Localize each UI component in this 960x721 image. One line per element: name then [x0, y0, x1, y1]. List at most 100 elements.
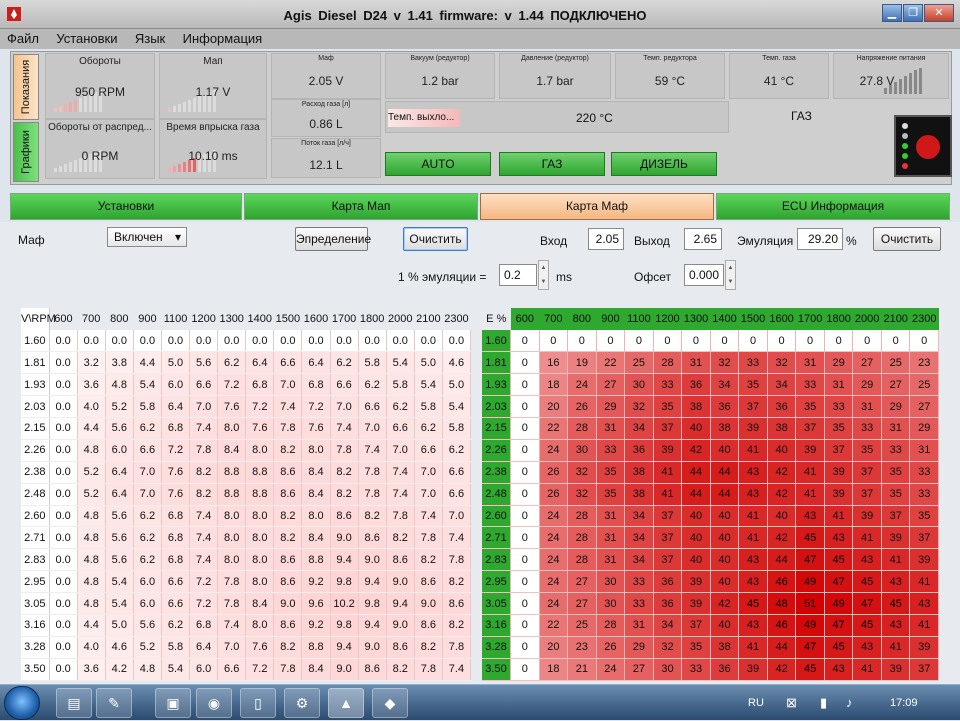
table-cell[interactable]: 7.8	[217, 592, 247, 615]
table-cell[interactable]: 5.6	[133, 614, 162, 637]
table-cell[interactable]: 0	[510, 351, 540, 375]
table-cell[interactable]: 0.0	[49, 395, 78, 418]
table-cell[interactable]: 33	[624, 592, 654, 615]
tab-settings[interactable]: Установки	[10, 193, 242, 220]
table-cell[interactable]: 7.8	[442, 636, 472, 659]
table-cell[interactable]: 39	[681, 570, 711, 594]
table-cell[interactable]: 35	[738, 373, 768, 397]
table-cell[interactable]: 6.0	[133, 592, 162, 615]
table-cell[interactable]: 34	[624, 526, 654, 550]
clear-emulation-button[interactable]: Очистить	[873, 227, 941, 251]
table-cell[interactable]: 4.8	[77, 439, 106, 462]
table-cell[interactable]: 0.0	[301, 329, 331, 353]
table-cell[interactable]: 6.6	[442, 461, 472, 484]
table-cell[interactable]: 7.2	[161, 439, 191, 462]
table-cell[interactable]: 0	[510, 329, 540, 353]
emu-per-spinner[interactable]: ▲ ▼	[538, 260, 549, 290]
output-value-field[interactable]: 2.65	[684, 228, 722, 250]
table-cell[interactable]: 42	[681, 439, 711, 462]
table-cell[interactable]: 9.0	[414, 592, 443, 615]
table-cell[interactable]: 31	[824, 373, 854, 397]
table-cell[interactable]: 9.0	[273, 592, 303, 615]
table-cell[interactable]: 44	[681, 461, 711, 484]
table-cell[interactable]: 8.4	[301, 658, 331, 681]
table-cell[interactable]: 0.0	[245, 329, 275, 353]
table-cell[interactable]: 7.0	[133, 483, 162, 506]
table-cell[interactable]: 23	[909, 351, 939, 375]
table-cell[interactable]: 8.2	[189, 461, 219, 484]
table-cell[interactable]: 37	[653, 417, 683, 440]
table-cell[interactable]: 6.4	[189, 636, 219, 659]
table-cell[interactable]: 7.0	[273, 373, 303, 397]
table-cell[interactable]: 8.6	[386, 636, 415, 659]
table-cell[interactable]: 44	[767, 548, 797, 572]
close-button[interactable]: ✕	[924, 4, 954, 22]
table-cell[interactable]: 7.0	[442, 505, 472, 528]
table-cell[interactable]: 35	[653, 395, 683, 418]
table-cell[interactable]: 0.0	[49, 505, 78, 528]
table-cell[interactable]: 36	[767, 395, 797, 418]
taskbar-file-icon[interactable]: ▯	[240, 688, 276, 718]
table-cell[interactable]: 29	[624, 636, 654, 659]
table-cell[interactable]: 7.8	[358, 483, 387, 506]
table-cell[interactable]: 41	[824, 505, 854, 528]
table-cell[interactable]: 7.4	[189, 548, 219, 572]
table-cell[interactable]: 47	[795, 636, 825, 659]
table-cell[interactable]: 7.4	[442, 658, 472, 681]
table-cell[interactable]: 37	[909, 658, 939, 681]
table-cell[interactable]: 42	[767, 461, 797, 484]
table-cell[interactable]: 25	[881, 351, 911, 375]
table-cell[interactable]: 4.4	[77, 614, 106, 637]
table-cell[interactable]: 7.0	[133, 461, 162, 484]
table-cell[interactable]: 39	[909, 636, 939, 659]
table-cell[interactable]: 0.0	[330, 329, 359, 353]
table-cell[interactable]: 5.0	[161, 351, 191, 375]
table-cell[interactable]: 39	[881, 658, 911, 681]
table-cell[interactable]: 21	[567, 658, 597, 681]
table-cell[interactable]: 7.8	[414, 658, 443, 681]
table-cell[interactable]: 20	[539, 395, 569, 418]
table-cell[interactable]: 43	[881, 570, 911, 594]
table-cell[interactable]: 28	[567, 505, 597, 528]
table-cell[interactable]: 0	[510, 614, 540, 637]
table-cell[interactable]: 43	[824, 658, 854, 681]
table-cell[interactable]: 48	[767, 592, 797, 615]
table-cell[interactable]: 27	[909, 395, 939, 418]
maf-select[interactable]: Включен ▾	[107, 227, 187, 247]
table-cell[interactable]: 8.6	[273, 483, 303, 506]
table-cell[interactable]: 5.2	[77, 483, 106, 506]
table-cell[interactable]: 44	[681, 483, 711, 506]
table-cell[interactable]: 7.8	[273, 658, 303, 681]
table-cell[interactable]: 30	[596, 570, 626, 594]
table-cell[interactable]: 31	[596, 548, 626, 572]
table-cell[interactable]: 8.4	[301, 483, 331, 506]
table-cell[interactable]: 0.0	[49, 570, 78, 594]
table-cell[interactable]: 0.0	[161, 329, 191, 353]
table-cell[interactable]: 8.0	[245, 526, 275, 550]
table-cell[interactable]: 34	[624, 505, 654, 528]
table-cell[interactable]: 24	[567, 373, 597, 397]
table-cell[interactable]: 0	[710, 329, 740, 353]
table-cell[interactable]: 0.0	[49, 417, 78, 440]
table-cell[interactable]: 4.8	[77, 592, 106, 615]
table-cell[interactable]: 0.0	[133, 329, 162, 353]
table-cell[interactable]: 41	[881, 548, 911, 572]
table-cell[interactable]: 8.2	[442, 614, 472, 637]
table-cell[interactable]: 7.8	[414, 526, 443, 550]
table-cell[interactable]: 9.4	[358, 614, 387, 637]
table-cell[interactable]: 6.6	[442, 483, 472, 506]
table-cell[interactable]: 35	[596, 461, 626, 484]
table-cell[interactable]: 9.8	[330, 614, 359, 637]
table-cell[interactable]: 32	[624, 395, 654, 418]
table-cell[interactable]: 7.4	[189, 505, 219, 528]
table-cell[interactable]: 35	[881, 483, 911, 506]
table-cell[interactable]: 35	[795, 395, 825, 418]
menu-language[interactable]: Язык	[128, 29, 172, 49]
table-cell[interactable]: 0	[510, 548, 540, 572]
table-cell[interactable]: 28	[653, 351, 683, 375]
table-cell[interactable]: 45	[881, 592, 911, 615]
table-cell[interactable]: 6.8	[245, 373, 275, 397]
table-cell[interactable]: 32	[653, 636, 683, 659]
tab-maf-table[interactable]: Карта Маф	[480, 193, 714, 220]
table-cell[interactable]: 30	[567, 439, 597, 462]
